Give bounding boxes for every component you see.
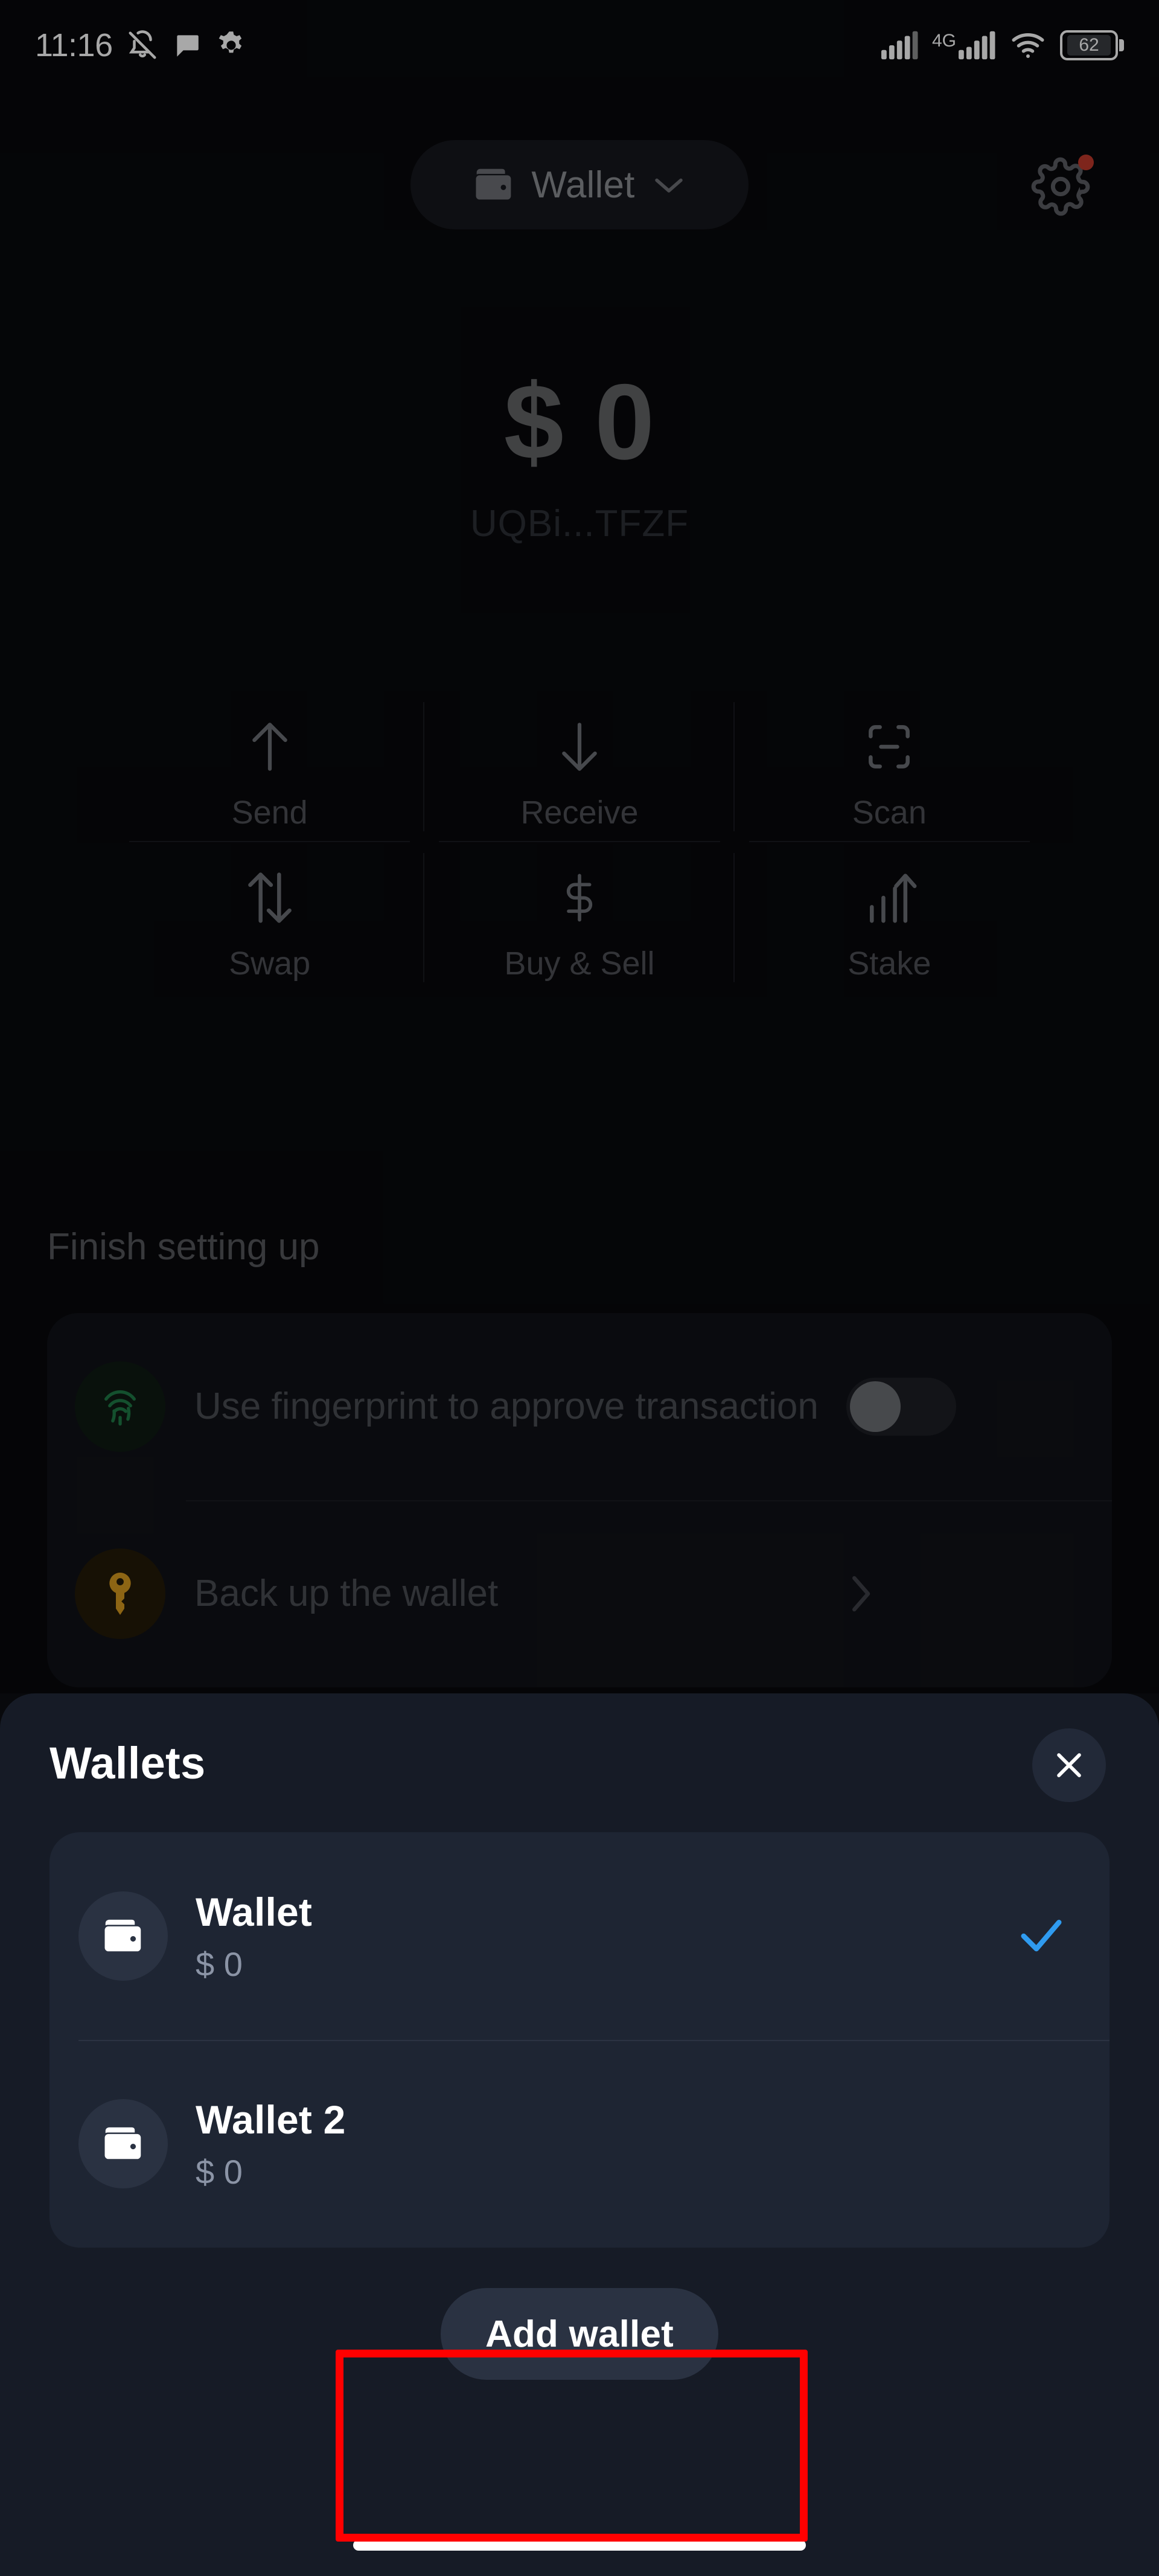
avatar [78,1891,168,1981]
wallet-icon [104,2127,141,2159]
wallet-name: Wallet [196,1889,313,1934]
wallets-bottom-sheet: Wallets Wallet $ 0 Wallet 2 $ 0 Add wall… [0,1693,1159,2576]
sheet-scrim[interactable] [0,0,1159,1693]
list-item[interactable]: Wallet $ 0 [49,1832,1110,2040]
wallet-icon [104,1919,141,1952]
close-button[interactable] [1032,1728,1106,1802]
wallet-meta: Wallet 2 $ 0 [196,2097,1081,2191]
phone-screen: 11:16 4G 62 Wallet $ 0 UQBi...TFZF Send … [0,0,1159,2576]
check-icon [1021,1920,1062,1952]
wallets-list: Wallet $ 0 Wallet 2 $ 0 [49,1832,1110,2248]
sheet-title: Wallets [49,1737,206,1788]
add-wallet-button[interactable]: Add wallet [440,2288,719,2380]
close-icon [1057,1753,1081,1777]
avatar [78,2099,168,2188]
wallet-meta: Wallet $ 0 [196,1889,1018,1984]
add-wallet-container: Add wallet [0,2288,1159,2380]
wallet-name: Wallet 2 [196,2097,346,2142]
wallet-balance: $ 0 [196,2152,243,2191]
wallet-balance: $ 0 [196,1945,243,1983]
list-item[interactable]: Wallet 2 $ 0 [49,2040,1110,2248]
home-indicator [353,2540,806,2551]
add-wallet-label: Add wallet [485,2313,674,2355]
sheet-header: Wallets [0,1693,1159,1832]
